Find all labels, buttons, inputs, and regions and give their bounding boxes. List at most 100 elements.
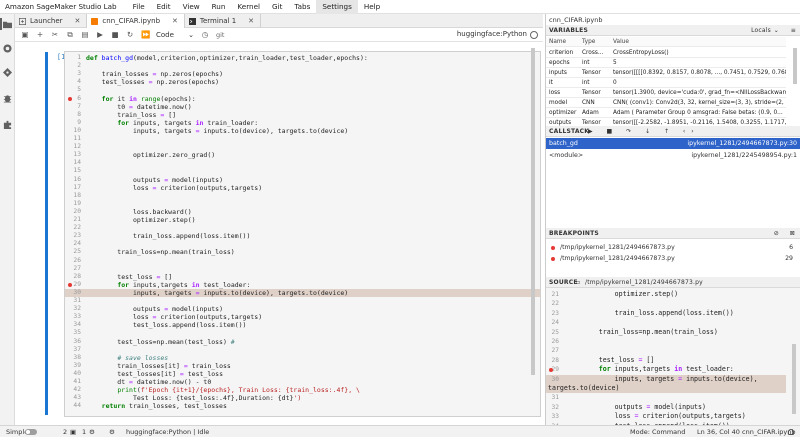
copy-icon[interactable]: ⧉	[66, 30, 74, 40]
code-line[interactable]: 19	[65, 200, 540, 208]
line-number[interactable]: 24	[546, 318, 559, 327]
fast-forward-icon[interactable]: ⏩	[141, 30, 150, 39]
code-cell-editor[interactable]: 1 def batch_gd(model,criterion,optimizer,…	[64, 51, 541, 417]
source-line[interactable]: 33 loss = criterion(outputs,targets)	[546, 412, 786, 421]
line-number[interactable]: 23	[546, 309, 559, 318]
source-line[interactable]: 26	[546, 337, 786, 346]
line-number[interactable]: 10	[65, 127, 81, 135]
close-icon[interactable]: ✕	[248, 14, 254, 28]
paste-icon[interactable]: ▤	[81, 30, 89, 39]
line-number[interactable]: 32	[546, 403, 559, 412]
source-scrollbar[interactable]	[792, 344, 796, 414]
line-number[interactable]: 43	[65, 394, 81, 402]
code-line[interactable]: 15	[65, 167, 540, 175]
line-number[interactable]: 28	[546, 356, 559, 365]
code-line[interactable]: 31	[65, 297, 540, 305]
variables-scrollbar[interactable]	[793, 48, 797, 84]
source-line[interactable]: 30 inputs, targets = inputs.to(device),	[546, 374, 786, 384]
code-line[interactable]: 16 outputs = model(inputs)	[65, 176, 540, 184]
code-line[interactable]: 4 test_losses = np.zeros(epochs)	[65, 78, 540, 86]
code-line[interactable]: 10 inputs, targets = inputs.to(device), …	[65, 127, 540, 135]
line-number[interactable]: 22	[65, 224, 81, 232]
code-line[interactable]: 36 test_loss=np.mean(test_loss) #	[65, 338, 540, 346]
code-line[interactable]: 21 optimizer.step()	[65, 216, 540, 224]
line-number[interactable]: 11	[65, 135, 81, 143]
breakpoint-marker[interactable]	[68, 96, 72, 101]
variable-row[interactable]: it int 0	[546, 78, 786, 88]
cut-icon[interactable]: ✂	[51, 30, 59, 39]
line-number[interactable]: 5	[65, 86, 81, 94]
code-line[interactable]: 42 print(f'Epoch {it+1}/{epochs}, Train …	[65, 386, 540, 394]
line-number[interactable]: 26	[546, 337, 559, 346]
line-number[interactable]: 31	[65, 297, 81, 305]
line-number[interactable]: 44	[65, 402, 81, 410]
debugger-icon[interactable]	[3, 94, 12, 103]
tree-view-icon[interactable]: ≡	[791, 25, 796, 36]
code-line[interactable]: 37	[65, 346, 540, 354]
code-line[interactable]: 24	[65, 240, 540, 248]
menu-file[interactable]: File	[127, 0, 151, 14]
code-line[interactable]: 23 train_loss.append(loss.item())	[65, 232, 540, 240]
line-number[interactable]: 38	[65, 354, 81, 362]
line-number[interactable]: 22	[546, 299, 559, 308]
line-number[interactable]: 28	[65, 273, 81, 281]
source-line[interactable]: 27	[546, 346, 786, 355]
menu-kernel[interactable]: Kernel	[231, 0, 266, 14]
line-number[interactable]: 4	[65, 78, 81, 86]
variable-row[interactable]: model CNN CNN( (conv1): Conv2d(3, 32, kern…	[546, 98, 786, 108]
simple-mode-toggle[interactable]	[25, 429, 37, 435]
menu-git[interactable]: Git	[266, 0, 288, 14]
code-line[interactable]: 7 t0 = datetime.now()	[65, 103, 540, 111]
scope-select[interactable]: Locals	[751, 25, 771, 36]
line-number[interactable]: 30	[546, 375, 559, 384]
code-line[interactable]: 27	[65, 265, 540, 273]
variable-row[interactable]: criterion Cross... CrossEntropyLoss()	[546, 48, 786, 58]
code-line[interactable]: 44 return train_losses, test_losses	[65, 402, 540, 410]
running-icon[interactable]	[3, 44, 12, 53]
line-number[interactable]: 26	[65, 257, 81, 265]
code-line[interactable]: 17 loss = criterion(outputs,targets)	[65, 184, 540, 192]
kernel-count[interactable]: 1	[82, 426, 86, 437]
line-number[interactable]: 13	[65, 151, 81, 159]
variable-row[interactable]: inputs Tensor tensor([[[[0.8392, 0.8157, 0…	[546, 68, 786, 78]
line-number[interactable]: 3	[65, 70, 81, 78]
kernel-status[interactable]: huggingface:Python | Idle	[126, 426, 209, 437]
line-number[interactable]: 25	[546, 328, 559, 337]
source-line[interactable]: 25 train_loss=np.mean(train_loss)	[546, 328, 786, 337]
code-line[interactable]: 30 inputs, targets = inputs.to(device), …	[65, 288, 540, 297]
git-icon[interactable]	[3, 68, 12, 77]
code-line[interactable]: 1 def batch_gd(model,criterion,optimizer,…	[65, 54, 540, 62]
close-icon[interactable]: ✕	[172, 14, 178, 28]
notification-bell-icon[interactable]	[788, 429, 794, 435]
extensions-icon[interactable]	[3, 120, 12, 129]
source-line[interactable]: targets.to(device)	[546, 384, 786, 394]
active-cell-indicator[interactable]	[45, 52, 48, 415]
line-number[interactable]: 35	[65, 329, 81, 337]
line-number[interactable]: 12	[65, 143, 81, 151]
code-line[interactable]: 18	[65, 192, 540, 200]
run-icon[interactable]: ▶	[96, 30, 104, 39]
menu-run[interactable]: Run	[206, 0, 232, 14]
code-line[interactable]: 8 train_loss = []	[65, 111, 540, 119]
callstack-frame[interactable]: <module> ipykernel_1281/2245498954.py:1	[546, 150, 800, 161]
line-number[interactable]: 7	[65, 103, 81, 111]
code-line[interactable]: 5	[65, 86, 540, 94]
breakpoint-toggle-icon[interactable]: ⊘	[774, 228, 779, 239]
kernel-name[interactable]: huggingface:Python	[457, 30, 527, 38]
code-line[interactable]: 20 loss.backward()	[65, 208, 540, 216]
line-number[interactable]: 15	[65, 167, 81, 175]
tab-notebook[interactable]: cnn_CIFAR.ipynb ✕	[87, 14, 185, 28]
source-viewer[interactable]: 21 optimizer.step() 22 23 train_loss.appen…	[546, 288, 800, 437]
menu-view[interactable]: View	[177, 0, 206, 14]
line-number[interactable]: 24	[65, 240, 81, 248]
line-number[interactable]: 30	[65, 289, 81, 297]
stop-icon[interactable]: ■	[111, 30, 119, 39]
line-number[interactable]: 1	[65, 54, 81, 62]
close-icon[interactable]: ✕	[75, 14, 81, 28]
breakpoint-item[interactable]: /tmp/ipykernel_1281/2494667873.py 29	[546, 254, 800, 264]
code-line[interactable]: 11	[65, 135, 540, 143]
code-line[interactable]: 3 train_losses = np.zeros(epochs)	[65, 70, 540, 78]
remove-all-icon[interactable]: ⊠	[790, 228, 795, 239]
line-number[interactable]: 9	[65, 119, 81, 127]
line-number[interactable]: 8	[65, 111, 81, 119]
